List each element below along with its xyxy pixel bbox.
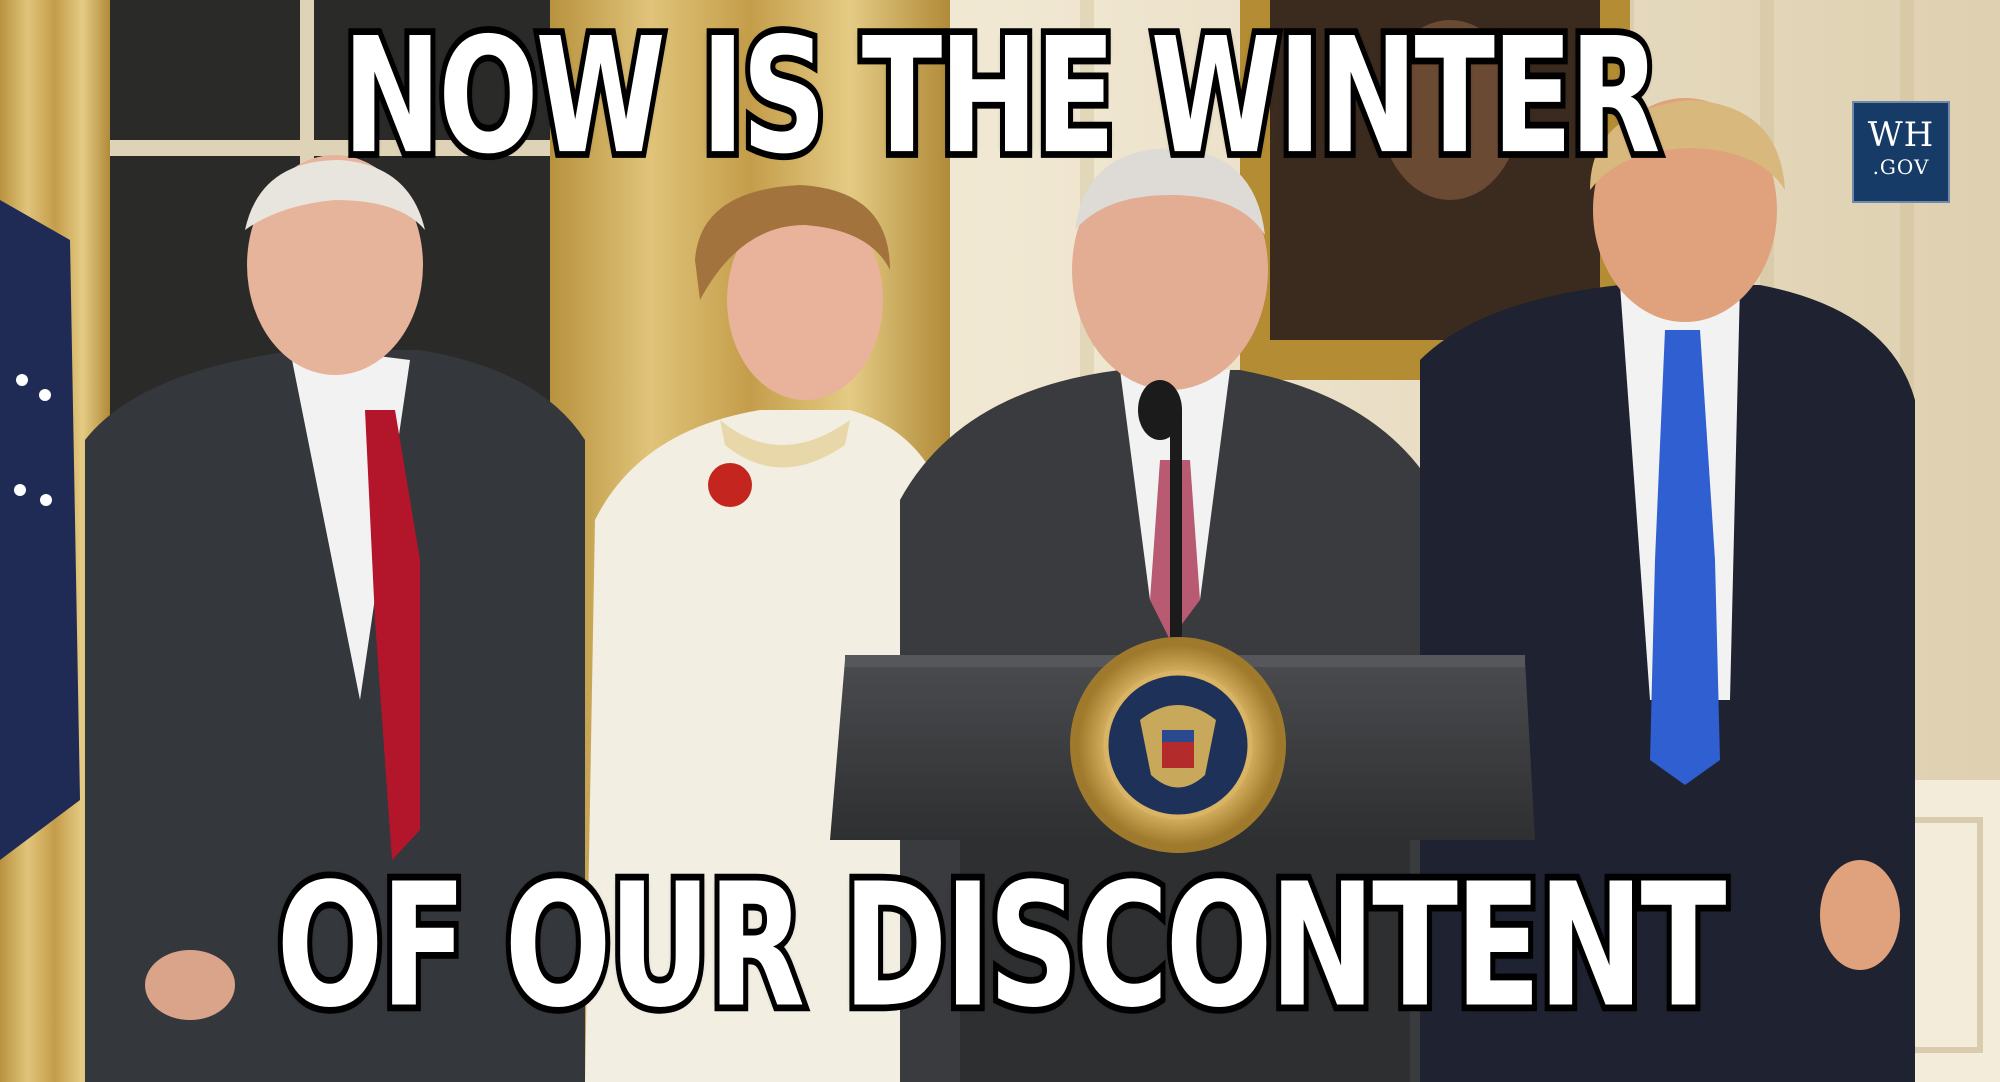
meme-top-caption: NOW IS THE WINTER [338, 1, 1666, 190]
watermark-line2: .GOV [1872, 155, 1930, 179]
meme-image: NOW IS THE WINTER OF OUR DISCONTENT WH .… [0, 0, 2000, 1082]
flag [0, 200, 80, 860]
whitehouse-gov-watermark: WH .GOV [1852, 101, 1950, 203]
presidential-seal [1070, 637, 1286, 853]
watermark-line1: WH [1867, 115, 1935, 155]
meme-bottom-caption: OF OUR DISCONTENT [271, 845, 1731, 1048]
